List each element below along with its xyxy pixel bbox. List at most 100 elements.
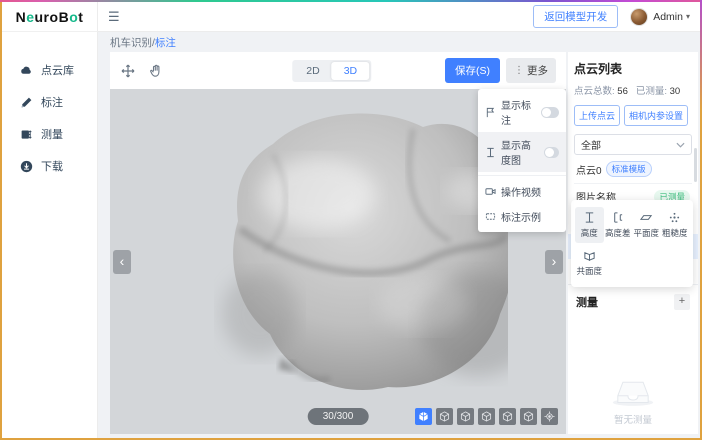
sidebar-item-measure[interactable]: 测量 [2, 118, 97, 150]
filter-value: 全部 [581, 137, 601, 152]
total-label: 点云总数: [574, 86, 615, 97]
view-back-button[interactable] [457, 408, 474, 425]
pointcloud-item[interactable]: 点云0 标准模版 [574, 155, 692, 184]
roughness-tool-icon [668, 211, 681, 224]
sidebar-item-pointcloud-lib[interactable]: 点云库 [2, 54, 97, 86]
tool-coplanarity[interactable]: 共面度 [575, 245, 604, 281]
view-right-button[interactable] [499, 408, 516, 425]
app-root: NeuroBot ☰ 返回模型开发 Admin ▾ 点云库 标注 测量 [2, 2, 700, 438]
pointcloud-panel: 点云列表 点云总数: 56 已测量: 30 上传点云 相机内参设置 全部 [568, 52, 698, 434]
sidebar-item-download[interactable]: 下载 [2, 150, 97, 182]
sidebar-item-label: 下载 [41, 158, 63, 174]
show-annotations-toggle[interactable] [541, 107, 559, 118]
sidebar-item-label: 点云库 [41, 62, 74, 78]
next-image-button[interactable]: › [545, 250, 563, 274]
measurement-title: 测量 [576, 294, 598, 310]
empty-text: 暂无测量 [614, 412, 652, 426]
menu-item-label: 操作视频 [501, 184, 541, 199]
video-icon [485, 186, 496, 197]
tool-label: 共面度 [576, 265, 602, 277]
image-pager: 30/300 [308, 408, 369, 425]
tool-height[interactable]: 高度 [575, 207, 604, 243]
pointcloud-name: 点云0 [576, 162, 602, 177]
user-caret-icon: ▾ [686, 12, 690, 21]
logo: NeuroBot [2, 2, 98, 32]
avatar[interactable] [630, 8, 648, 26]
height-icon [485, 147, 496, 158]
logo-letter-accent: e [26, 9, 34, 25]
cube-wire-icon [502, 411, 513, 422]
user-name[interactable]: Admin [653, 11, 683, 23]
breadcrumb-section[interactable]: 机车识别 [110, 37, 152, 49]
locate-button[interactable] [541, 408, 558, 425]
cube-wire-icon [523, 411, 534, 422]
crosshair-icon [544, 411, 555, 422]
empty-box-icon [606, 370, 660, 408]
upload-pointcloud-button[interactable]: 上传点云 [574, 105, 620, 126]
move-tool-icon[interactable] [120, 63, 136, 79]
canvas-toolbar: 2D 3D 保存(S) ⋮ 更多 [110, 52, 566, 89]
sidebar: 点云库 标注 测量 下载 [2, 32, 98, 438]
mode-3d-button[interactable]: 3D [332, 62, 369, 80]
tool-height-diff[interactable]: 高度差 [604, 207, 633, 243]
filter-select[interactable]: 全部 [574, 134, 692, 155]
flag-icon [485, 107, 496, 118]
header-bar: ☰ 返回模型开发 Admin ▾ [98, 2, 700, 32]
scrollbar-thumb[interactable] [694, 148, 697, 182]
measured-value: 30 [670, 86, 681, 97]
menu-item-label: 显示标注 [501, 97, 536, 127]
header: NeuroBot ☰ 返回模型开发 Admin ▾ [2, 2, 700, 32]
measure-icon [20, 128, 33, 141]
menu-item-annotation-example[interactable]: 标注示例 [478, 204, 566, 229]
panel-stats: 点云总数: 56 已测量: 30 [574, 83, 692, 97]
save-button[interactable]: 保存(S) [445, 58, 500, 83]
view-left-button[interactable] [478, 408, 495, 425]
logo-letter: o [50, 9, 59, 25]
mode-2d-button[interactable]: 2D [294, 62, 331, 80]
height-diff-tool-icon [611, 211, 624, 224]
view-top-button[interactable] [520, 408, 537, 425]
menu-item-show-heightmap[interactable]: 显示高度图 [478, 132, 566, 172]
download-icon [20, 160, 33, 173]
cube-wire-icon [439, 411, 450, 422]
tool-label: 高度 [581, 227, 598, 239]
back-to-model-dev-button[interactable]: 返回模型开发 [533, 5, 618, 28]
tool-label: 高度差 [605, 227, 631, 239]
logo-letter: t [78, 9, 83, 25]
template-badge: 标准模版 [606, 161, 652, 177]
pen-icon [20, 96, 33, 109]
menu-divider [478, 175, 566, 176]
label-icon [485, 211, 496, 222]
tool-roughness[interactable]: 粗糙度 [661, 207, 690, 243]
measurement-section-header: 测量 + [568, 284, 698, 310]
cube-wire-icon [460, 411, 471, 422]
menu-item-show-annotations[interactable]: 显示标注 [478, 92, 566, 132]
tool-flatness[interactable]: 平面度 [632, 207, 661, 243]
menu-item-label: 标注示例 [501, 209, 541, 224]
sidebar-item-annotate[interactable]: 标注 [2, 86, 97, 118]
menu-item-tutorial-video[interactable]: 操作视频 [478, 179, 566, 204]
breadcrumb-current: 标注 [155, 37, 176, 49]
panel-title: 点云列表 [574, 60, 692, 77]
logo-letter: N [16, 9, 27, 25]
tool-label: 平面度 [633, 227, 659, 239]
measure-tools-popup: 高度 高度差 平面度 [571, 200, 693, 287]
camera-params-button[interactable]: 相机内参设置 [624, 105, 688, 126]
menu-item-label: 显示高度图 [501, 137, 539, 167]
more-dropdown-menu: 显示标注 显示高度图 操作视频 [478, 89, 566, 232]
total-value: 56 [617, 86, 628, 97]
view-iso-button[interactable] [415, 408, 432, 425]
add-measurement-button[interactable]: + [674, 294, 690, 310]
cube-wire-icon [481, 411, 492, 422]
show-heightmap-toggle[interactable] [544, 147, 559, 158]
sidebar-collapse-icon[interactable]: ☰ [108, 9, 120, 25]
tool-label: 粗糙度 [662, 227, 688, 239]
logo-letter: ur [35, 9, 50, 25]
main-card: 2D 3D 保存(S) ⋮ 更多 显示标注 [110, 52, 566, 434]
more-button[interactable]: ⋮ 更多 [506, 58, 556, 83]
view-front-button[interactable] [436, 408, 453, 425]
more-label: 更多 [527, 63, 548, 78]
coplanarity-tool-icon [583, 249, 596, 262]
prev-image-button[interactable]: ‹ [113, 250, 131, 274]
hand-tool-icon[interactable] [148, 63, 164, 79]
